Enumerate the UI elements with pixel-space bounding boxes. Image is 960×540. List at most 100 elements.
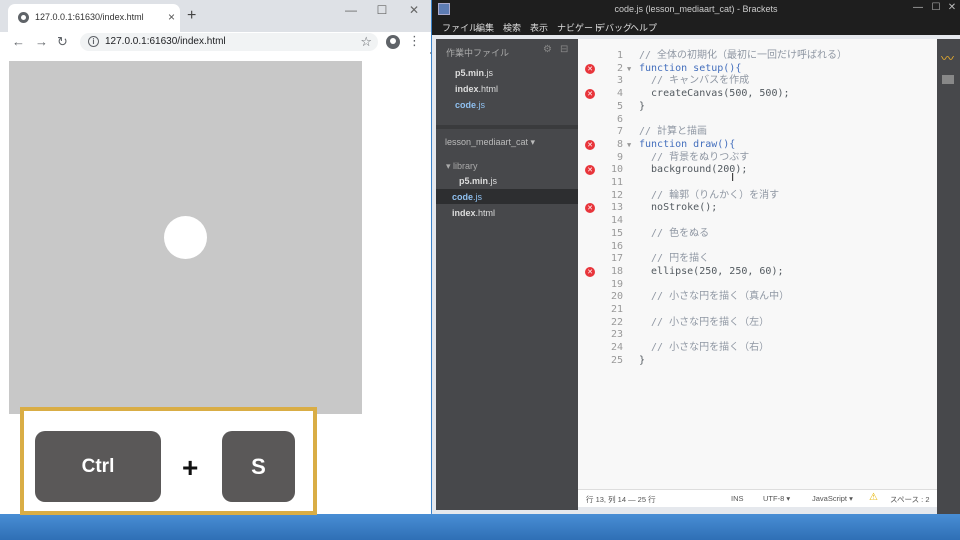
minimize-button[interactable]: — <box>336 2 366 18</box>
account-avatar-icon[interactable] <box>386 35 400 49</box>
code-text: // 全体の初期化（最初に一回だけ呼ばれる） <box>639 50 848 61</box>
code-line[interactable]: 16 <box>578 240 937 253</box>
code-line[interactable]: 24 // 小さな円を描く（右） <box>578 341 937 354</box>
code-line[interactable]: 21 <box>578 303 937 316</box>
code-text: createCanvas(500, 500); <box>639 88 790 100</box>
maximize-button[interactable]: ☐ <box>367 2 397 18</box>
code-text: // 小さな円を描く（左） <box>639 316 770 328</box>
tree-file-index[interactable]: index.html <box>452 208 495 218</box>
extension-manager-icon[interactable] <box>942 75 954 84</box>
menu-find[interactable]: 検索 <box>503 21 521 34</box>
working-file-ext: .js <box>484 68 494 78</box>
code-line[interactable]: 15 // 色をぬる <box>578 227 937 240</box>
code-line[interactable]: 25} <box>578 354 937 367</box>
working-file-code[interactable]: code.js <box>455 100 485 110</box>
browser-tab-bar: 127.0.0.1:61630/index.html × + — ☐ ✕ <box>0 0 431 32</box>
code-text: // 輪郭（りんかく）を消す <box>639 189 780 201</box>
site-info-icon[interactable]: i <box>88 36 99 47</box>
code-text: function setup(){ <box>639 62 742 74</box>
code-line[interactable]: 1 // 全体の初期化（最初に一回だけ呼ばれる） <box>578 49 937 62</box>
code-line[interactable]: ✕ 2 ▼ function setup(){ <box>578 62 937 75</box>
line-number: 3 <box>616 75 623 87</box>
tab-close-icon[interactable]: × <box>168 10 175 24</box>
tree-folder-library[interactable]: ▾ library <box>446 161 478 172</box>
new-tab-button[interactable]: + <box>187 7 196 25</box>
error-marker-icon[interactable]: ✕ <box>585 266 595 277</box>
line-number: 10 <box>610 164 623 176</box>
code-editor[interactable]: 1 // 全体の初期化（最初に一回だけ呼ばれる） ✕ 2 ▼ function setup… <box>578 39 937 506</box>
tree-file-code[interactable]: code.js <box>452 192 482 202</box>
working-file-p5[interactable]: p5.min.js <box>455 68 493 78</box>
code-line[interactable]: ✕ 18 ellipse(250, 250, 60); <box>578 265 937 278</box>
address-bar[interactable]: i 127.0.0.1:61630/index.html ☆ <box>80 33 378 51</box>
code-line[interactable]: 5} <box>578 100 937 113</box>
working-file-ext: .js <box>476 100 486 110</box>
code-line[interactable]: 3 // キャンバスを作成 <box>578 74 937 87</box>
line-number: 1 <box>616 50 623 61</box>
encoding-select[interactable]: UTF-8 ▾ <box>763 494 790 503</box>
menu-debug[interactable]: デバッグ <box>596 21 632 34</box>
project-dropdown[interactable]: lesson_mediaart_cat ▾ <box>445 137 535 148</box>
warning-icon[interactable]: ⚠ <box>869 492 878 503</box>
gear-icon[interactable]: ⚙ <box>543 44 552 55</box>
code-line[interactable]: ✕ 4 createCanvas(500, 500); <box>578 87 937 100</box>
code-text: ellipse(250, 250, 60); <box>639 265 784 277</box>
insert-mode[interactable]: INS <box>731 494 744 503</box>
plus-sign: + <box>182 452 199 483</box>
code-line[interactable]: 11 <box>578 176 937 189</box>
live-preview-icon[interactable]: 〰 <box>941 52 954 66</box>
error-marker-icon[interactable]: ✕ <box>585 89 595 100</box>
language-select[interactable]: JavaScript ▾ <box>812 494 853 503</box>
brackets-window-title: code.js (lesson_mediaart_cat) - Brackets <box>614 4 778 14</box>
split-view-icon[interactable]: ⊟ <box>560 44 568 55</box>
error-marker-icon[interactable]: ✕ <box>585 165 595 176</box>
line-number: 12 <box>610 189 623 201</box>
line-number: 17 <box>610 253 623 265</box>
browser-menu-icon[interactable]: ⋮ <box>408 34 421 48</box>
code-line[interactable]: 23 <box>578 328 937 341</box>
line-number: 4 <box>616 88 623 100</box>
code-line[interactable]: 7 // 計算と描画 <box>578 125 937 138</box>
error-marker-icon[interactable]: ✕ <box>585 203 595 214</box>
close-window-button[interactable]: ✕ <box>399 2 429 18</box>
menu-view[interactable]: 表示 <box>530 21 548 34</box>
code-line[interactable]: 14 <box>578 214 937 227</box>
line-number: 21 <box>610 304 623 315</box>
working-files-header: 作業中ファイル <box>446 48 510 58</box>
globe-icon <box>18 12 29 23</box>
code-line[interactable]: ✕ 8 ▼ function draw(){ <box>578 138 937 151</box>
code-line[interactable]: ✕ 10 background(200); <box>578 163 937 176</box>
status-bar: 行 13, 列 14 — 25 行 INS UTF-8 ▾ JavaScript… <box>578 489 937 507</box>
menu-edit[interactable]: 編集 <box>476 21 494 34</box>
line-number: 11 <box>610 177 623 188</box>
code-line[interactable]: 20 // 小さな円を描く（真ん中） <box>578 290 937 303</box>
code-line[interactable]: 12 // 輪郭（りんかく）を消す <box>578 189 937 202</box>
address-url[interactable]: 127.0.0.1:61630/index.html <box>105 36 226 47</box>
code-line[interactable]: 9 // 背景をぬりつぶす <box>578 151 937 164</box>
close-window-button[interactable]: ✕ <box>942 1 960 15</box>
text-cursor-icon: I <box>731 171 735 184</box>
tree-file-p5[interactable]: p5.min.js <box>459 176 497 186</box>
line-number: 7 <box>616 126 623 138</box>
forward-button[interactable]: → <box>35 34 48 50</box>
reload-button[interactable]: ↻ <box>57 34 68 50</box>
code-text: function draw(){ <box>639 138 736 150</box>
browser-tab[interactable]: 127.0.0.1:61630/index.html × <box>8 4 180 32</box>
code-line[interactable]: ✕ 13 noStroke(); <box>578 201 937 214</box>
right-toolbar: 〰 <box>937 39 960 514</box>
error-marker-icon[interactable]: ✕ <box>585 139 595 150</box>
error-marker-icon[interactable]: ✕ <box>585 63 595 74</box>
code-text: // 小さな円を描く（真ん中） <box>639 291 790 303</box>
indent-setting[interactable]: スペース : 2 <box>890 494 930 505</box>
code-line[interactable]: 19 <box>578 278 937 291</box>
working-file-index[interactable]: index.html <box>455 84 498 94</box>
line-number: 25 <box>610 354 623 366</box>
menu-help[interactable]: ヘルプ <box>630 21 657 34</box>
code-line[interactable]: 22 // 小さな円を描く（左） <box>578 316 937 329</box>
menu-file[interactable]: ファイル <box>442 21 478 34</box>
minimize-button[interactable]: — <box>908 1 928 15</box>
back-button[interactable]: ← <box>12 34 25 50</box>
code-line[interactable]: 6 <box>578 113 937 126</box>
code-line[interactable]: 17 // 円を描く <box>578 252 937 265</box>
bookmark-star-icon[interactable]: ☆ <box>360 34 372 50</box>
